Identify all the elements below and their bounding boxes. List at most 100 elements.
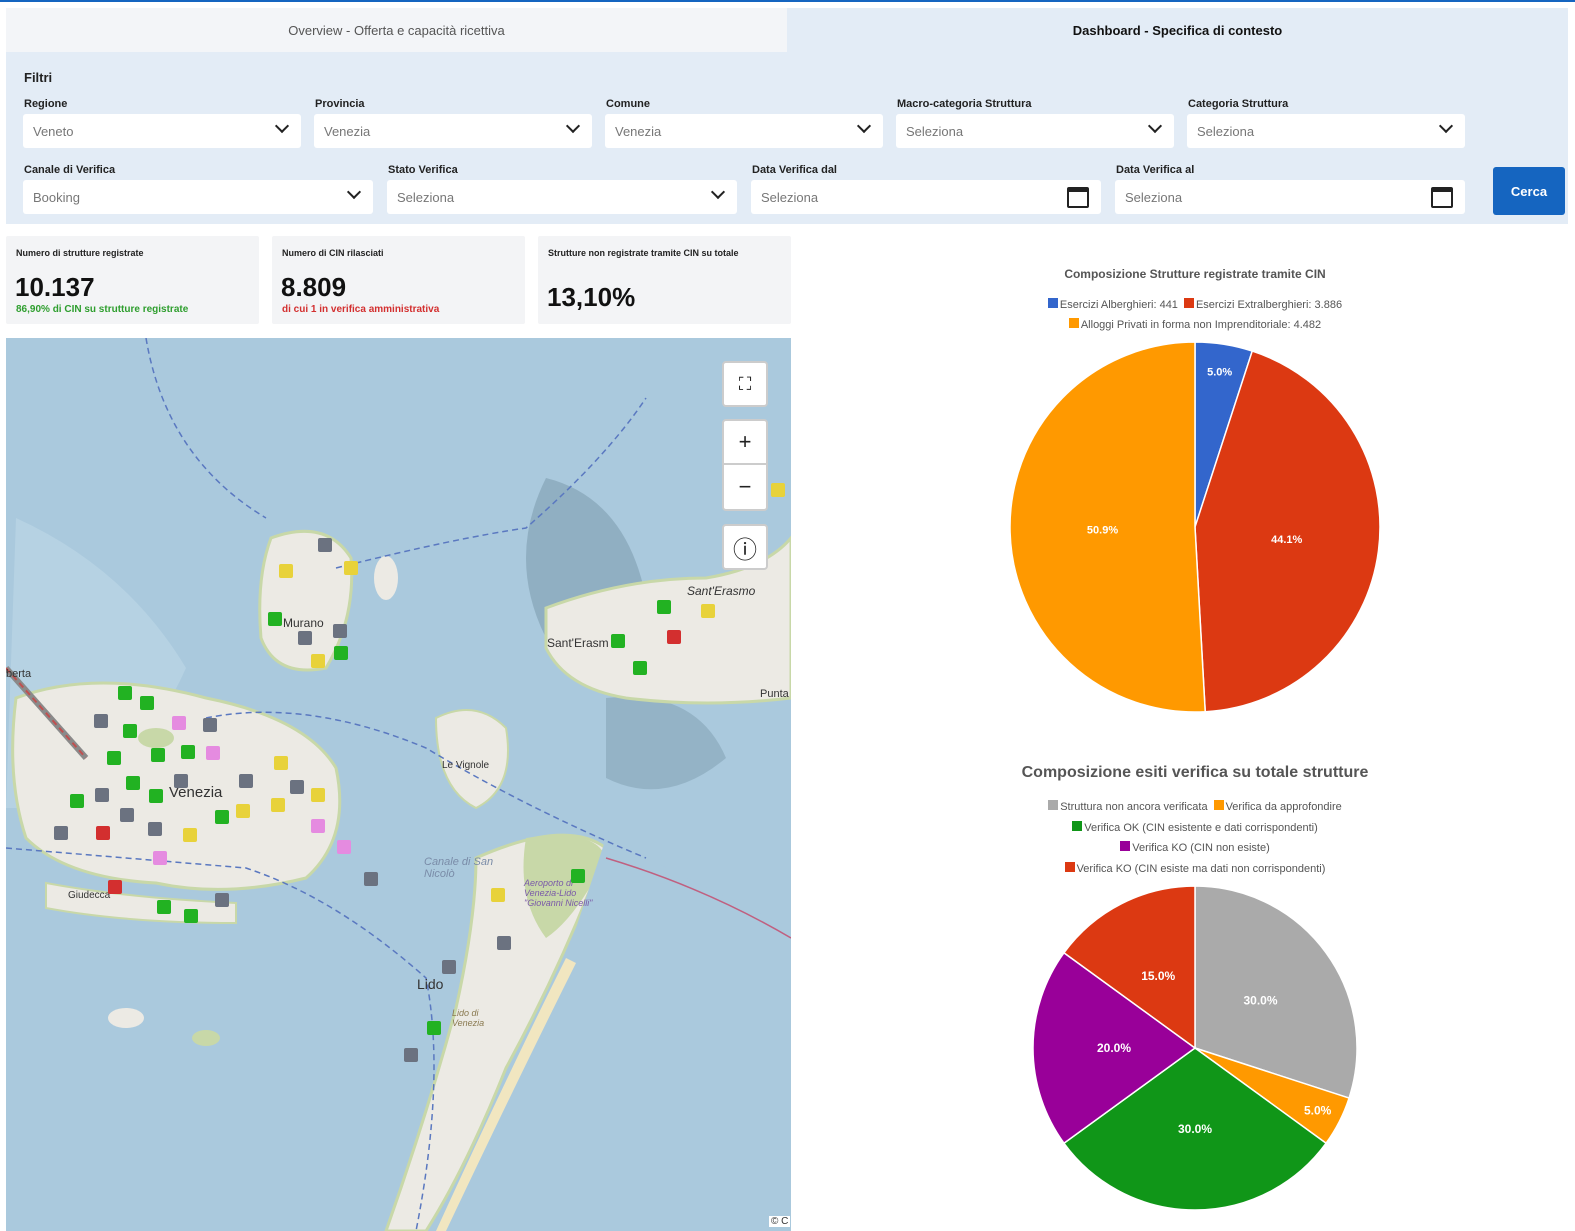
canale-select[interactable]: Booking: [23, 180, 373, 214]
map-marker[interactable]: [153, 851, 167, 865]
stato-select[interactable]: Seleziona: [387, 180, 737, 214]
map-marker[interactable]: [215, 810, 229, 824]
regione-select[interactable]: Veneto: [23, 114, 301, 148]
map-label-lido-di-venezia: Lido di Venezia: [452, 1008, 485, 1028]
map-marker[interactable]: [118, 686, 132, 700]
map-marker[interactable]: [206, 746, 220, 760]
map-marker[interactable]: [123, 724, 137, 738]
legend-label: Esercizi Alberghieri: 441: [1059, 299, 1178, 311]
map-marker[interactable]: [107, 751, 121, 765]
legend-swatch: [1120, 841, 1131, 851]
legend-label: Verifica KO (CIN non esiste): [1132, 842, 1270, 854]
map-marker[interactable]: [95, 788, 109, 802]
calendar-icon[interactable]: [1431, 187, 1453, 208]
map-marker[interactable]: [54, 826, 68, 840]
zoom-in-button[interactable]: +: [722, 419, 768, 465]
map-marker[interactable]: [337, 840, 351, 854]
zoom-out-button[interactable]: −: [722, 465, 768, 511]
categoria-value: Seleziona: [1197, 123, 1255, 139]
map-marker[interactable]: [667, 630, 681, 644]
map-marker[interactable]: [404, 1048, 418, 1062]
map-marker[interactable]: [442, 960, 456, 974]
map-attribution[interactable]: © C: [769, 1216, 791, 1227]
provincia-select[interactable]: Venezia: [314, 114, 592, 148]
map-marker[interactable]: [151, 748, 165, 762]
map-marker[interactable]: [70, 794, 84, 808]
map-marker[interactable]: [140, 696, 154, 710]
data-dal-label: Data Verifica dal: [752, 164, 837, 176]
map-marker[interactable]: [290, 780, 304, 794]
pie-slice-label: 15.0%: [1141, 969, 1175, 983]
map-marker[interactable]: [215, 893, 229, 907]
kpi-card-non-registrate: Strutture non registrate tramite CIN su …: [538, 236, 791, 324]
map-marker[interactable]: [236, 804, 250, 818]
map-marker[interactable]: [184, 909, 198, 923]
legend-item[interactable]: Struttura non ancora verificata: [1048, 800, 1208, 813]
comune-select[interactable]: Venezia: [605, 114, 883, 148]
map-marker[interactable]: [279, 564, 293, 578]
calendar-icon[interactable]: [1067, 187, 1089, 208]
map-marker[interactable]: [633, 661, 647, 675]
map-marker[interactable]: [427, 1021, 441, 1035]
map-marker[interactable]: [183, 828, 197, 842]
legend-item[interactable]: Verifica OK (CIN esistente e dati corris…: [1072, 821, 1318, 834]
map-view[interactable]: Murano Sant'Erasmo Sant'Erasm Venezia Le…: [6, 338, 791, 1231]
map-marker[interactable]: [271, 798, 285, 812]
map-marker[interactable]: [701, 604, 715, 618]
info-icon: ⓘ: [733, 536, 757, 564]
map-marker[interactable]: [333, 624, 347, 638]
map-marker[interactable]: [491, 888, 505, 902]
map-marker[interactable]: [108, 880, 122, 894]
map-marker[interactable]: [298, 631, 312, 645]
categoria-select[interactable]: Seleziona: [1187, 114, 1465, 148]
map-marker[interactable]: [771, 483, 785, 497]
chart1-legend-row2: Alloggi Privati in forma non Imprenditor…: [960, 318, 1430, 331]
map-marker[interactable]: [157, 900, 171, 914]
map-marker[interactable]: [94, 714, 108, 728]
map-marker[interactable]: [657, 600, 671, 614]
map-label-lido: Lido: [417, 976, 444, 992]
map-marker[interactable]: [203, 718, 217, 732]
map-marker[interactable]: [364, 872, 378, 886]
search-button[interactable]: Cerca: [1493, 167, 1565, 215]
map-marker[interactable]: [239, 774, 253, 788]
legend-item[interactable]: Esercizi Alberghieri: 441: [1047, 298, 1178, 311]
map-marker[interactable]: [344, 561, 358, 575]
legend-item[interactable]: Verifica da approfondire: [1213, 800, 1342, 813]
map-marker[interactable]: [174, 774, 188, 788]
data-dal-field[interactable]: Seleziona: [751, 180, 1101, 214]
data-al-field[interactable]: Seleziona: [1115, 180, 1465, 214]
map-marker[interactable]: [274, 756, 288, 770]
map-marker[interactable]: [268, 612, 282, 626]
map-base: [6, 338, 791, 1231]
legend-item[interactable]: Verifica KO (CIN esiste ma dati non corr…: [1064, 862, 1325, 875]
map-marker[interactable]: [172, 716, 186, 730]
legend-item[interactable]: Alloggi Privati in forma non Imprenditor…: [1068, 318, 1321, 331]
legend-swatch: [1047, 298, 1058, 308]
map-marker[interactable]: [311, 819, 325, 833]
info-button[interactable]: ⓘ: [722, 524, 768, 570]
map-label-berta: berta: [6, 668, 32, 680]
map-marker[interactable]: [181, 745, 195, 759]
map-marker[interactable]: [334, 646, 348, 660]
map-marker[interactable]: [497, 936, 511, 950]
legend-item[interactable]: Verifica KO (CIN non esiste): [1120, 841, 1270, 854]
fullscreen-button[interactable]: ⛶: [722, 361, 768, 407]
macro-categoria-select[interactable]: Seleziona: [896, 114, 1174, 148]
map-marker[interactable]: [120, 808, 134, 822]
tab-overview[interactable]: Overview - Offerta e capacità ricettiva: [6, 8, 787, 52]
map-marker[interactable]: [149, 789, 163, 803]
map-marker[interactable]: [311, 788, 325, 802]
map-marker[interactable]: [571, 869, 585, 883]
map-marker[interactable]: [611, 634, 625, 648]
map-label-murano: Murano: [283, 616, 324, 630]
map-marker[interactable]: [126, 776, 140, 790]
map-marker[interactable]: [311, 654, 325, 668]
tab-dashboard[interactable]: Dashboard - Specifica di contesto: [787, 8, 1568, 52]
kpi-subtext: 86,90% di CIN su strutture registrate: [16, 304, 189, 315]
map-label-giudecca: Giudecca: [68, 890, 111, 901]
map-marker[interactable]: [96, 826, 110, 840]
legend-item[interactable]: Esercizi Extralberghieri: 3.886: [1183, 298, 1342, 311]
map-marker[interactable]: [148, 822, 162, 836]
map-marker[interactable]: [318, 538, 332, 552]
